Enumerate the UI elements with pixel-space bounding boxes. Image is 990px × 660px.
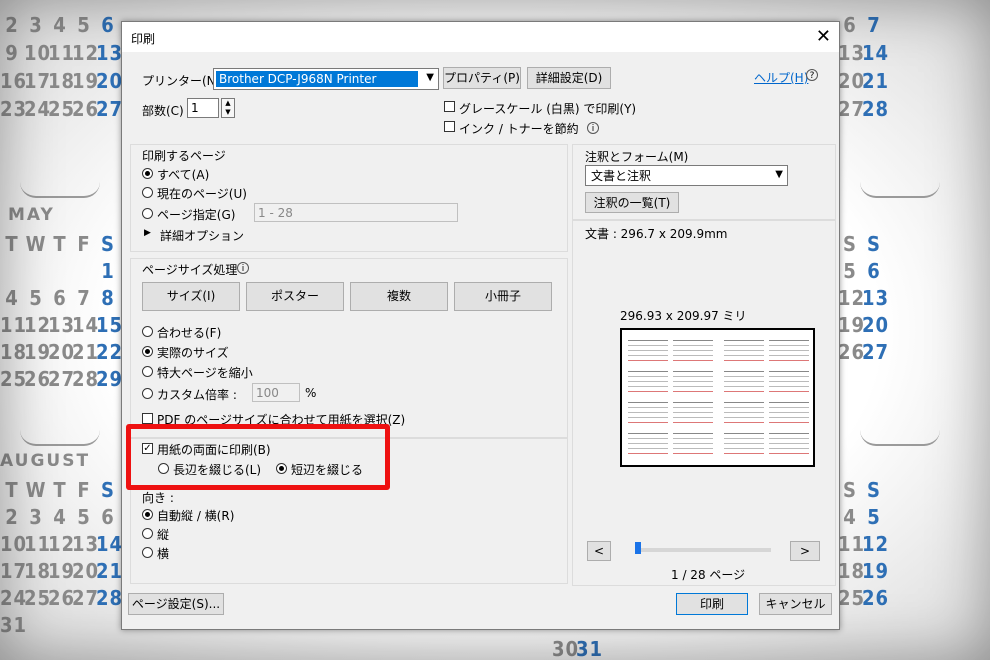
orientation-landscape-radio[interactable]: [142, 547, 153, 558]
print-button[interactable]: 印刷: [676, 593, 748, 615]
orientation-title: 向き :: [142, 491, 174, 505]
comments-select[interactable]: 文書と注釈 ▼: [585, 165, 788, 186]
pdf-page-size-checkbox[interactable]: [142, 413, 153, 424]
page-sizing-title: ページサイズ処理: [142, 263, 238, 277]
size-button[interactable]: サイズ(I): [142, 282, 240, 311]
pages-all-label: すべて(A): [157, 168, 210, 182]
pages-range-input[interactable]: 1 - 28: [254, 203, 458, 222]
fit-label: 合わせる(F): [157, 326, 222, 340]
booklet-button[interactable]: 小冊子: [454, 282, 552, 311]
printer-value: Brother DCP-J968N Printer: [216, 71, 418, 87]
page-counter: 1 / 28 ページ: [671, 568, 746, 582]
preview-thumbnail: [724, 365, 764, 393]
preview-thumbnail: [769, 334, 809, 362]
multiple-button[interactable]: 複数: [350, 282, 448, 311]
preview-thumbnail: [628, 427, 668, 455]
info-icon: i: [237, 262, 249, 274]
help-link[interactable]: ヘルプ(H): [754, 69, 808, 86]
preview-thumbnail: [724, 396, 764, 424]
percent-label: %: [305, 386, 317, 400]
comments-value: 文書と注釈: [591, 169, 652, 183]
orientation-portrait-label: 縦: [157, 528, 170, 542]
grayscale-label: グレースケール (白黒) で印刷(Y): [459, 102, 637, 116]
properties-button[interactable]: プロパティ(P): [443, 67, 521, 89]
fit-radio[interactable]: [142, 326, 153, 337]
shrink-label: 特大ページを縮小: [157, 366, 253, 380]
preview-thumbnail: [628, 396, 668, 424]
preview-thumbnail: [769, 427, 809, 455]
pages-range-radio[interactable]: [142, 208, 153, 219]
highlight-box: [126, 424, 390, 490]
chevron-down-icon: ▼: [426, 72, 434, 83]
preview-size: 296.93 x 209.97 ミリ: [620, 309, 747, 323]
pages-title: 印刷するページ: [142, 149, 226, 163]
grayscale-checkbox[interactable]: [444, 101, 455, 112]
page-slider-thumb[interactable]: [635, 542, 641, 554]
custom-scale-radio[interactable]: [142, 388, 153, 399]
preview-thumbnail: [628, 334, 668, 362]
more-options-label[interactable]: 詳細オプション: [160, 227, 244, 244]
pages-all-radio[interactable]: [142, 168, 153, 179]
expand-arrow-icon[interactable]: ▶: [144, 228, 151, 238]
print-preview: [620, 328, 815, 467]
orientation-landscape-label: 横: [157, 547, 170, 561]
dialog-title: 印刷: [131, 32, 156, 46]
comments-title: 注釈とフォーム(M): [585, 150, 689, 164]
pages-current-label: 現在のページ(U): [157, 187, 247, 201]
prev-page-button[interactable]: <: [587, 541, 611, 561]
preview-thumbnail: [673, 396, 713, 424]
custom-scale-label: カスタム倍率 :: [157, 388, 237, 402]
save-ink-checkbox[interactable]: [444, 121, 455, 132]
orientation-portrait-radio[interactable]: [142, 528, 153, 539]
copies-spinner[interactable]: ▲ ▼: [221, 98, 235, 118]
pages-range-label: ページ指定(G): [157, 208, 236, 222]
advanced-button[interactable]: 詳細設定(D): [527, 67, 611, 89]
pages-current-radio[interactable]: [142, 187, 153, 198]
next-page-button[interactable]: >: [790, 541, 820, 561]
printer-select[interactable]: Brother DCP-J968N Printer ▼: [213, 68, 439, 90]
preview-thumbnail: [724, 427, 764, 455]
actual-size-radio[interactable]: [142, 346, 153, 357]
poster-button[interactable]: ポスター: [246, 282, 344, 311]
preview-thumbnail: [673, 334, 713, 362]
info-icon: i: [587, 122, 599, 134]
actual-size-label: 実際のサイズ: [157, 346, 229, 360]
close-icon[interactable]: ✕: [816, 26, 831, 47]
save-ink-label: インク / トナーを節約: [459, 122, 579, 136]
custom-scale-input[interactable]: 100: [252, 383, 300, 402]
preview-thumbnail: [673, 427, 713, 455]
preview-thumbnail: [769, 365, 809, 393]
document-size: 文書 : 296.7 x 209.9mm: [585, 227, 728, 241]
orientation-auto-label: 自動縦 / 横(R): [157, 509, 235, 523]
preview-thumbnail: [769, 396, 809, 424]
chevron-down-icon: ▼: [775, 169, 783, 180]
page-setup-button[interactable]: ページ設定(S)...: [128, 593, 224, 615]
title-bar: 印刷 ✕: [122, 22, 839, 52]
copies-label: 部数(C) :: [142, 104, 192, 118]
orientation-auto-radio[interactable]: [142, 509, 153, 520]
cancel-button[interactable]: キャンセル: [759, 593, 832, 615]
preview-thumbnail: [673, 365, 713, 393]
summarize-comments-button[interactable]: 注釈の一覧(T): [585, 192, 679, 213]
copies-input[interactable]: 1: [187, 98, 219, 118]
preview-thumbnail: [628, 365, 668, 393]
preview-pages: [628, 334, 809, 461]
preview-thumbnail: [724, 334, 764, 362]
help-icon[interactable]: ?: [806, 69, 818, 81]
page-slider-track[interactable]: [635, 548, 771, 552]
shrink-radio[interactable]: [142, 366, 153, 377]
print-dialog: 印刷 ✕ プリンター(N) : Brother DCP-J968N Printe…: [121, 21, 840, 630]
